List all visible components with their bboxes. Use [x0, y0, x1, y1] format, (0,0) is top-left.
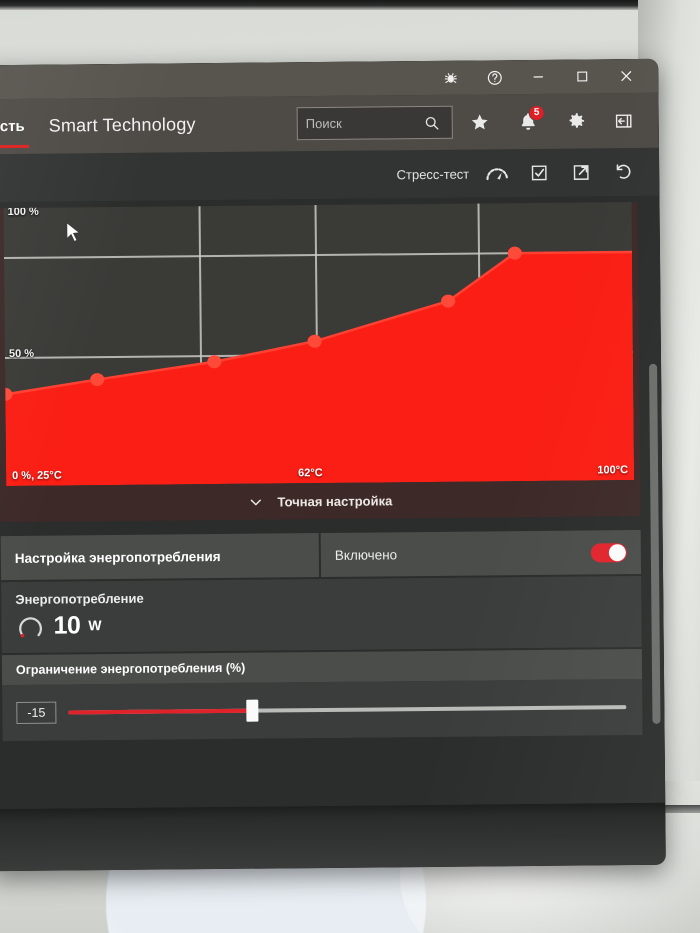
sidebar-tab-partial-label: сть [0, 117, 25, 136]
maximize-icon[interactable] [560, 61, 604, 91]
fine-tune-toggle[interactable]: Точная настройка [0, 479, 641, 523]
slider-fill [68, 708, 253, 715]
collapse-panel-icon[interactable] [603, 99, 645, 141]
power-consumption-panel: Энергопотребление 10 W [1, 575, 642, 654]
gear-icon[interactable] [555, 100, 597, 142]
stress-test-label: Стресс-тест [396, 166, 470, 182]
toggle-knob [608, 543, 626, 561]
chart-xlabel-end: 100°C [597, 464, 629, 477]
fine-tune-label: Точная настройка [277, 492, 393, 509]
power-enable-row[interactable]: Включено [320, 529, 642, 578]
power-gauge-icon [19, 617, 42, 638]
export-profile-icon[interactable] [561, 152, 601, 192]
content-scrollbar[interactable] [649, 356, 661, 809]
power-limit-slider[interactable] [68, 696, 627, 723]
help-icon[interactable] [472, 62, 516, 92]
star-icon[interactable] [459, 101, 501, 143]
photo-top-edge [0, 0, 700, 10]
power-limit-panel: -15 [2, 678, 643, 742]
monitor-screen: сть Smart Technology Поиск 5 Стресс-тест… [0, 58, 666, 810]
chart-xlabel-start: 0 %, 25°C [12, 469, 62, 482]
debug-icon[interactable] [428, 63, 472, 93]
bell-icon[interactable]: 5 [507, 100, 549, 142]
monitor-bezel: сть Smart Technology Поиск 5 Стресс-тест… [0, 58, 666, 872]
power-consumption-value: 10 [53, 610, 81, 640]
search-input[interactable] [305, 115, 424, 132]
power-consumption-unit: W [88, 617, 102, 634]
chart-ylabel-50: 50 % [8, 347, 35, 360]
fan-curve-plot [3, 246, 635, 487]
power-limit-value[interactable]: -15 [16, 701, 57, 724]
reset-icon[interactable] [603, 152, 643, 192]
scrollbar-thumb[interactable] [649, 363, 661, 724]
chart-xlabel-middle: 62°C [298, 467, 323, 480]
search-box[interactable] [296, 105, 453, 141]
power-settings-title: Настройка энергопотребления [0, 533, 320, 581]
notification-badge: 5 [528, 104, 545, 121]
app-window: сть Smart Technology Поиск 5 Стресс-тест… [0, 58, 666, 810]
monitor-bottom-bezel [0, 802, 666, 872]
mouse-cursor [66, 221, 82, 243]
chart-ylabel-100: 100 % [7, 205, 39, 219]
power-consumption-row: 10 W [15, 605, 627, 641]
fan-curve-card: 100 % 50 % 0 %, 25°C 62°C 100°C Точная н… [0, 201, 641, 523]
power-settings-card: Настройка энергопотребления Включено Эне… [0, 529, 643, 742]
app-toolbar: Стресс-тест [0, 147, 660, 203]
power-consumption-label: Энергопотребление [15, 590, 144, 607]
power-enable-label: Включено [334, 546, 398, 563]
search-icon[interactable] [424, 114, 440, 130]
power-settings-header: Настройка энергопотребления Включено [0, 529, 642, 581]
main-content: 100 % 50 % 0 %, 25°C 62°C 100°C Точная н… [0, 195, 666, 810]
fan-curve-chart[interactable]: 100 % 50 % 0 %, 25°C 62°C 100°C [3, 202, 635, 487]
import-profile-icon[interactable] [519, 153, 559, 193]
app-header: сть Smart Technology Поиск 5 [0, 92, 659, 155]
power-enable-toggle[interactable] [590, 542, 627, 562]
sidebar-tab-partial[interactable]: сть [0, 99, 29, 154]
slider-thumb[interactable] [246, 699, 259, 722]
minimize-icon[interactable] [516, 62, 560, 92]
close-icon[interactable] [604, 61, 648, 91]
chevron-down-icon [250, 499, 261, 505]
page-title: Smart Technology [48, 114, 196, 136]
gauge-icon[interactable] [477, 153, 517, 193]
